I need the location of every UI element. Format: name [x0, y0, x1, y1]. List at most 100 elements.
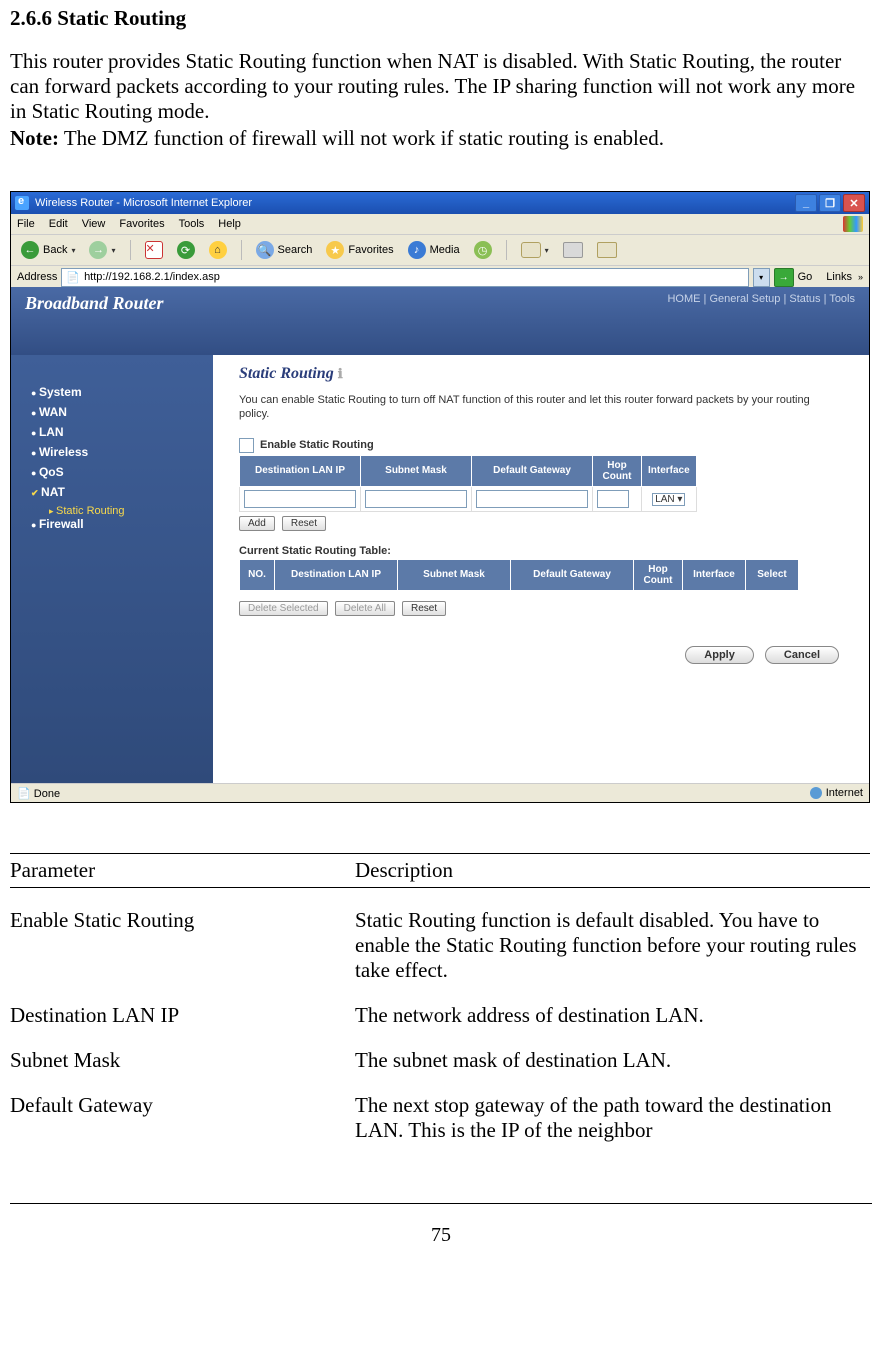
param-name: Destination LAN IP — [10, 1003, 355, 1028]
default-gateway-input[interactable] — [476, 490, 588, 508]
sidebar-item-qos[interactable]: QoS — [31, 465, 201, 479]
apply-button[interactable]: Apply — [685, 646, 754, 664]
param-row: Subnet Mask The subnet mask of destinati… — [10, 1048, 870, 1073]
sidebar-item-wireless[interactable]: Wireless — [31, 445, 201, 459]
reset-button[interactable]: Reset — [282, 516, 326, 531]
search-button[interactable]: 🔍Search — [252, 239, 317, 261]
sidebar-item-lan[interactable]: LAN — [31, 425, 201, 439]
ie-icon — [15, 196, 29, 210]
sidebar-item-firewall[interactable]: Firewall — [31, 517, 201, 531]
add-button[interactable]: Add — [239, 516, 275, 531]
mail-button[interactable]: ▾ — [517, 240, 553, 260]
sidebar-item-wan[interactable]: WAN — [31, 405, 201, 419]
links-label[interactable]: Links — [826, 271, 852, 283]
address-dropdown[interactable]: ▾ — [753, 268, 770, 287]
col-subnet-mask: Subnet Mask — [361, 455, 472, 486]
page-status-icon: 📄 — [17, 788, 31, 800]
window-title: Wireless Router - Microsoft Internet Exp… — [35, 197, 252, 209]
menu-view[interactable]: View — [82, 218, 106, 230]
router-sidebar: System WAN LAN Wireless QoS NAT Static R… — [11, 355, 213, 784]
interface-select[interactable]: LAN ▾ — [652, 493, 685, 506]
menu-favorites[interactable]: Favorites — [119, 218, 164, 230]
search-icon: 🔍 — [256, 241, 274, 259]
delete-all-button[interactable]: Delete All — [335, 601, 395, 616]
param-row: Default Gateway The next stop gateway of… — [10, 1093, 870, 1143]
sidebar-item-nat[interactable]: NAT — [31, 485, 201, 499]
dest-lan-ip-input[interactable] — [244, 490, 356, 508]
param-name: Enable Static Routing — [10, 908, 355, 933]
print-button[interactable] — [559, 240, 587, 260]
menu-help[interactable]: Help — [218, 218, 241, 230]
page-number: 75 — [10, 1203, 872, 1247]
star-icon: ★ — [326, 241, 344, 259]
media-button[interactable]: ♪Media — [404, 239, 464, 261]
address-label: Address — [17, 271, 57, 283]
sidebar-item-system[interactable]: System — [31, 385, 201, 399]
edit-button[interactable] — [593, 240, 621, 260]
enable-static-routing-checkbox[interactable] — [239, 438, 254, 453]
cancel-button[interactable]: Cancel — [765, 646, 839, 664]
note-line: Note: The DMZ function of firewall will … — [10, 126, 872, 151]
tcol-interface: Interface — [683, 559, 746, 590]
intro-paragraph: This router provides Static Routing func… — [10, 49, 872, 124]
note-text: The DMZ function of firewall will not wo… — [59, 126, 664, 150]
forward-icon: → — [89, 241, 107, 259]
stop-button[interactable]: ✕ — [141, 239, 167, 261]
embedded-screenshot: Wireless Router - Microsoft Internet Exp… — [10, 191, 870, 803]
input-table: Destination LAN IP Subnet Mask Default G… — [239, 455, 697, 512]
current-table-title: Current Static Routing Table: — [239, 545, 849, 557]
refresh-button[interactable]: ⟳ — [173, 239, 199, 261]
col-hop-count: Hop Count — [593, 455, 642, 486]
home-icon: ⌂ — [209, 241, 227, 259]
sidebar-sublink-static-routing[interactable]: Static Routing — [49, 505, 201, 517]
param-row: Enable Static Routing Static Routing fun… — [10, 908, 870, 983]
help-icon[interactable]: ℹ — [338, 366, 343, 381]
history-icon: ◷ — [474, 241, 492, 259]
history-button[interactable]: ◷ — [470, 239, 496, 261]
current-routing-table: NO. Destination LAN IP Subnet Mask Defau… — [239, 559, 799, 591]
address-bar: Address 📄 http://192.168.2.1/index.asp ▾… — [11, 266, 869, 289]
favorites-button[interactable]: ★Favorites — [322, 239, 397, 261]
address-value: http://192.168.2.1/index.asp — [84, 271, 220, 283]
page-description: You can enable Static Routing to turn of… — [239, 393, 819, 422]
param-name: Subnet Mask — [10, 1048, 355, 1073]
router-topnav[interactable]: HOME | General Setup | Status | Tools — [667, 293, 855, 305]
window-close-button[interactable]: ✕ — [843, 194, 865, 212]
menu-edit[interactable]: Edit — [49, 218, 68, 230]
menu-tools[interactable]: Tools — [179, 218, 205, 230]
mail-icon — [521, 242, 541, 258]
router-main-pane: Static Routing ℹ You can enable Static R… — [213, 355, 869, 784]
param-header-parameter: Parameter — [10, 858, 355, 883]
go-button[interactable]: → — [774, 268, 794, 287]
back-button[interactable]: ←Back ▾ — [17, 239, 79, 261]
browser-toolbar: ←Back ▾ →▾ ✕ ⟳ ⌂ 🔍Search ★Favorites ♪Med… — [11, 235, 869, 266]
reset-table-button[interactable]: Reset — [402, 601, 446, 616]
col-dest-lan-ip: Destination LAN IP — [240, 455, 361, 486]
window-minimize-button[interactable]: _ — [795, 194, 817, 212]
page-title: Static Routing ℹ — [239, 365, 849, 383]
tcol-hop: Hop Count — [634, 559, 683, 590]
hop-count-input[interactable] — [597, 490, 629, 508]
refresh-icon: ⟳ — [177, 241, 195, 259]
home-button[interactable]: ⌂ — [205, 239, 231, 261]
param-desc: Static Routing function is default disab… — [355, 908, 870, 983]
menu-bar: File Edit View Favorites Tools Help — [11, 214, 869, 235]
zone-text: Internet — [826, 787, 863, 799]
forward-button[interactable]: →▾ — [85, 239, 119, 261]
param-name: Default Gateway — [10, 1093, 355, 1118]
param-desc: The network address of destination LAN. — [355, 1003, 870, 1028]
param-header-description: Description — [355, 858, 870, 883]
router-header: Broadband Router HOME | General Setup | … — [11, 287, 869, 355]
menu-file[interactable]: File — [17, 218, 35, 230]
address-field[interactable]: 📄 http://192.168.2.1/index.asp — [61, 268, 748, 287]
subnet-mask-input[interactable] — [365, 490, 467, 508]
window-maximize-button[interactable]: ❐ — [819, 194, 841, 212]
back-icon: ← — [21, 241, 39, 259]
tcol-subnet: Subnet Mask — [398, 559, 511, 590]
media-icon: ♪ — [408, 241, 426, 259]
delete-selected-button[interactable]: Delete Selected — [239, 601, 328, 616]
go-label: Go — [798, 271, 813, 283]
windows-logo-icon — [843, 216, 863, 232]
window-titlebar: Wireless Router - Microsoft Internet Exp… — [11, 192, 869, 214]
status-text: Done — [34, 788, 60, 800]
